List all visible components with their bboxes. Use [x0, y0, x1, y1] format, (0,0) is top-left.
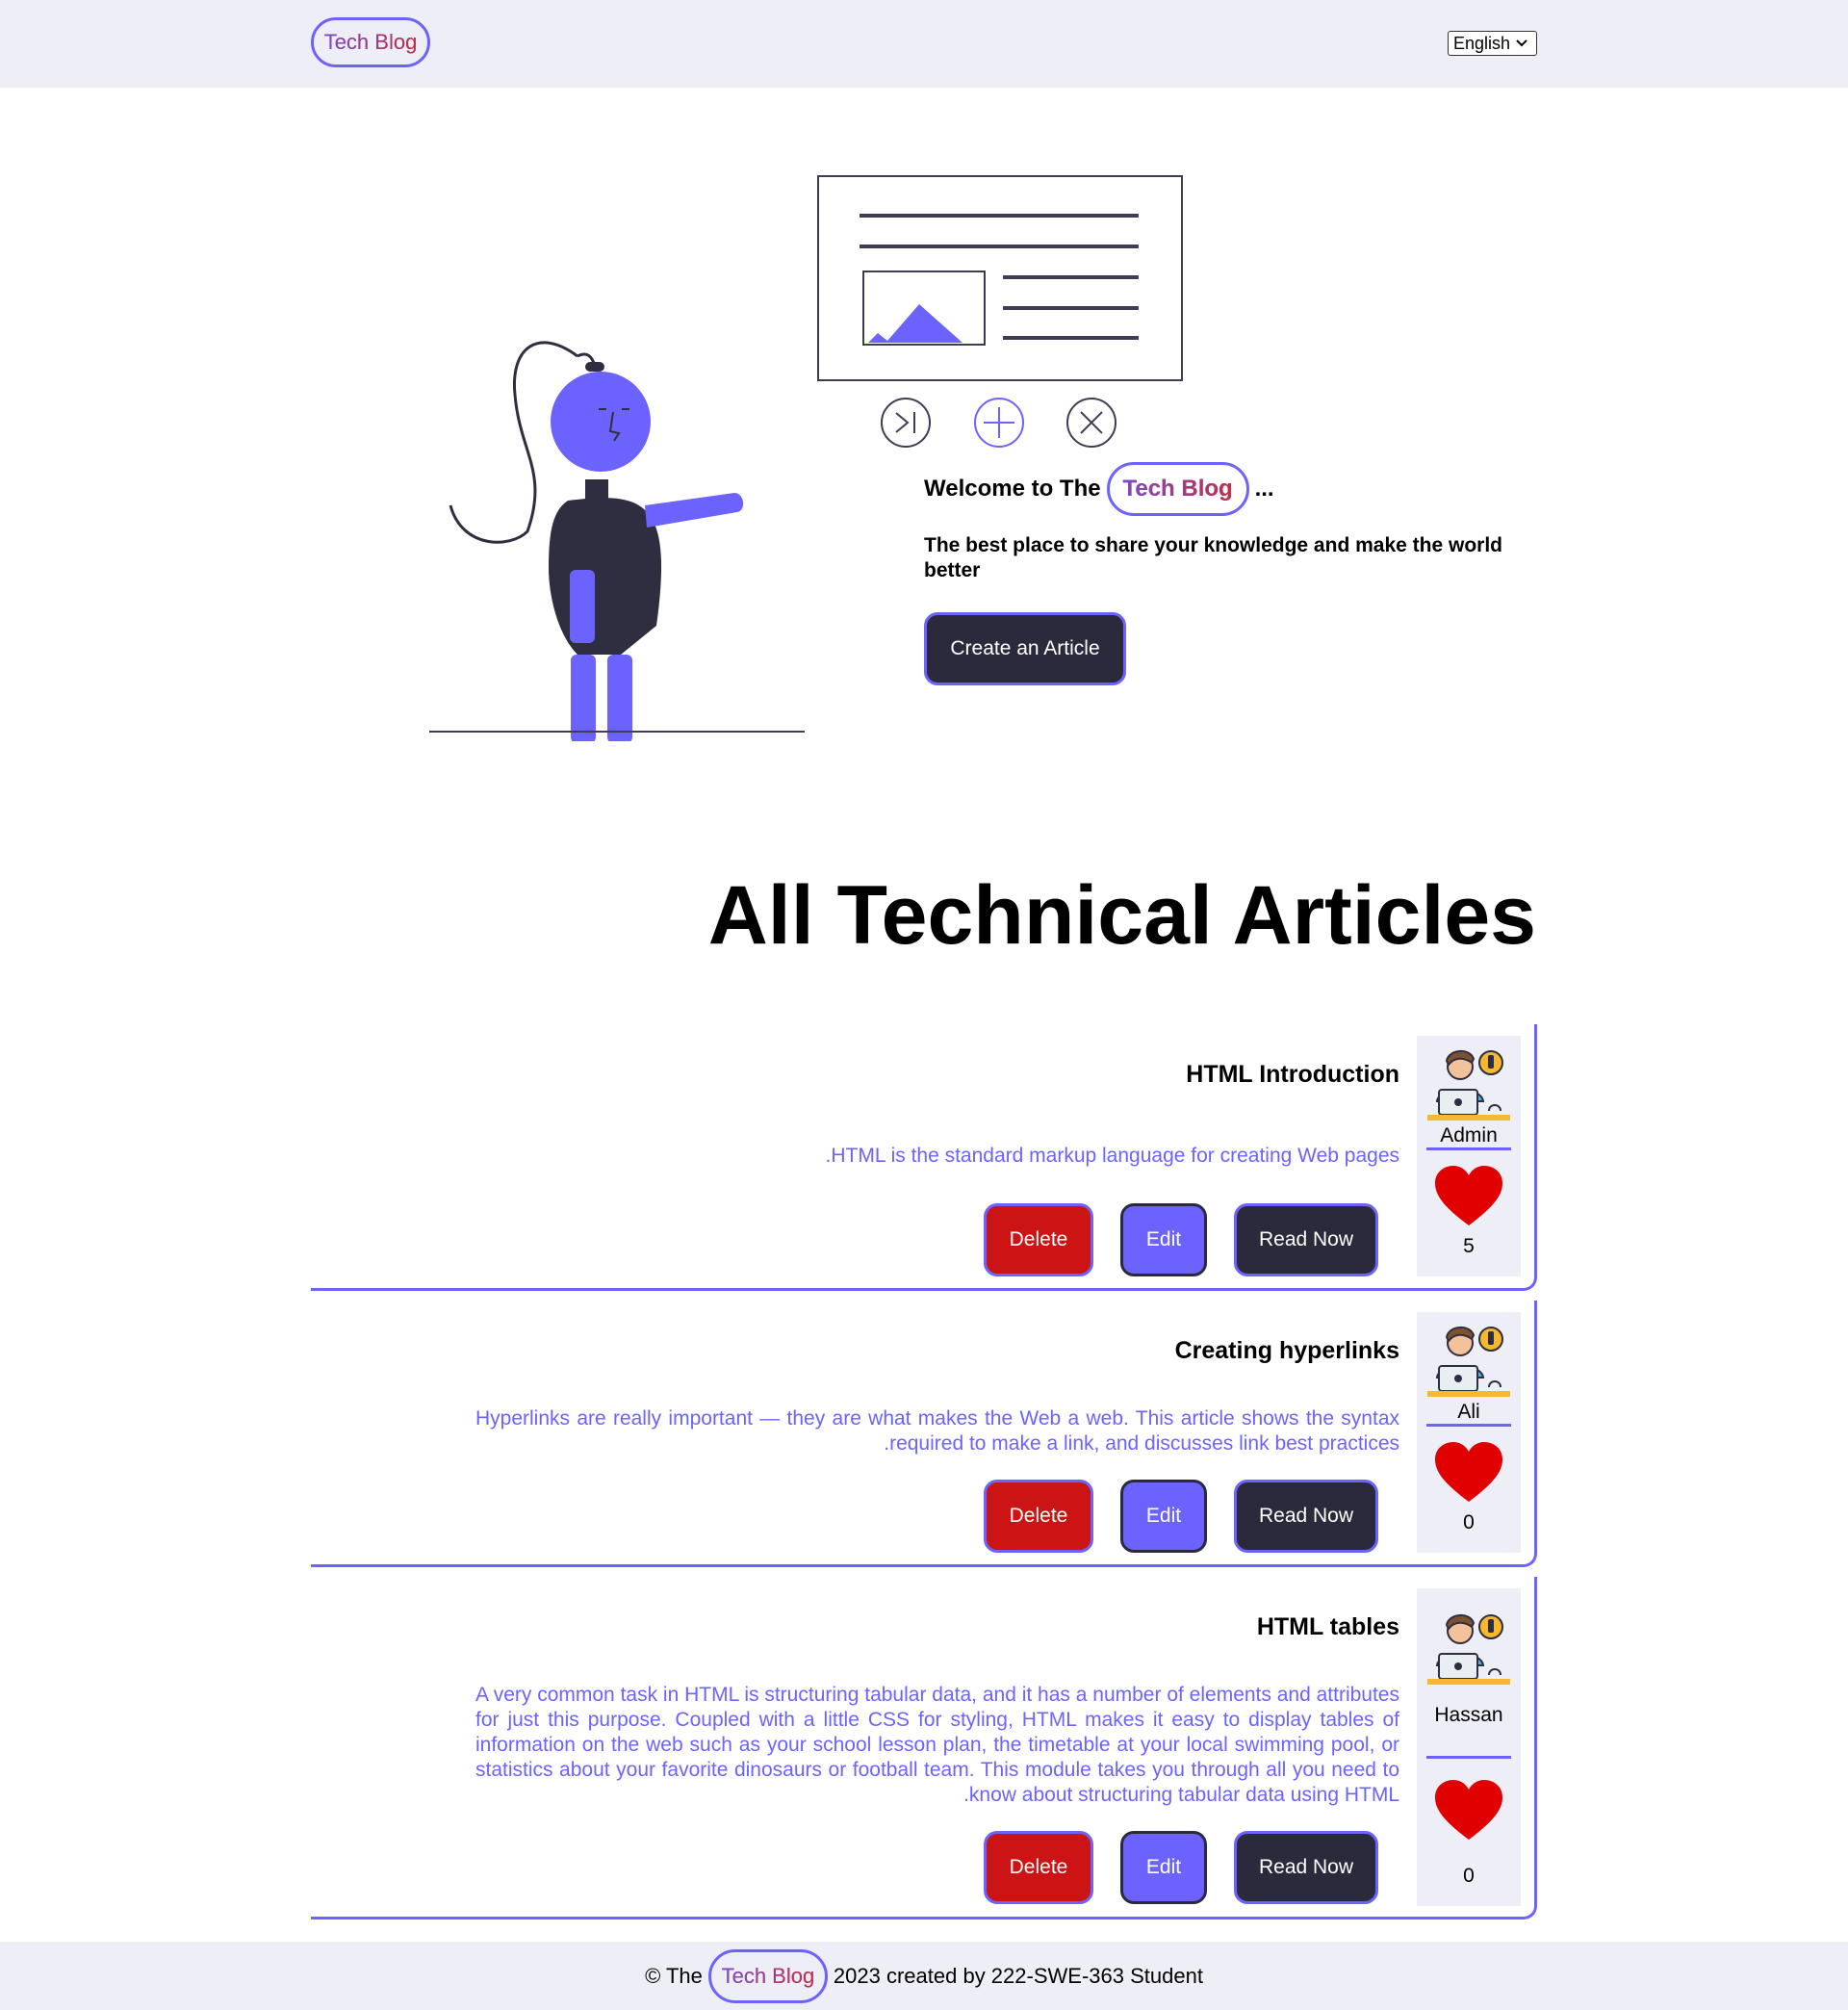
- article-sidebar: Ali 0: [1417, 1312, 1521, 1553]
- heart-icon[interactable]: [1433, 1778, 1504, 1842]
- footer-brand-text: Tech Blog: [721, 1963, 815, 1988]
- like-count: 0: [1463, 1511, 1475, 1533]
- edit-button[interactable]: Edit: [1120, 1480, 1207, 1553]
- chevron-down-icon: [1516, 39, 1527, 47]
- heart-icon[interactable]: [1433, 1440, 1504, 1504]
- site-header: Tech Blog English: [0, 0, 1848, 88]
- like-count: 0: [1463, 1865, 1475, 1887]
- read-now-button[interactable]: Read Now: [1234, 1480, 1378, 1553]
- delete-button[interactable]: Delete: [984, 1831, 1093, 1904]
- read-now-button[interactable]: Read Now: [1234, 1831, 1378, 1904]
- article-actions: Delete Edit Read Now: [984, 1831, 1378, 1904]
- author-underline: [1426, 1424, 1511, 1427]
- create-article-button[interactable]: Create an Article: [924, 612, 1126, 685]
- edit-button[interactable]: Edit: [1120, 1831, 1207, 1904]
- welcome-brand-text: Tech Blog: [1122, 476, 1233, 502]
- welcome-prefix: Welcome to The: [924, 476, 1101, 502]
- skip-icon: [881, 398, 931, 448]
- article-card: HTML Introduction HTML is the standard m…: [311, 1024, 1537, 1291]
- author-underline: [1426, 1756, 1511, 1759]
- heart-icon[interactable]: [1433, 1164, 1504, 1227]
- article-description: HTML is the standard markup language for…: [825, 1145, 1400, 1167]
- footer-suffix: 2023 created by 222-SWE-363 Student: [833, 1963, 1203, 1988]
- author-name: Admin: [1440, 1124, 1498, 1147]
- person-figure: [449, 341, 744, 741]
- author-name: Hassan: [1434, 1704, 1503, 1726]
- welcome-heading: Welcome to The Tech Blog ...: [924, 462, 1274, 516]
- delete-button[interactable]: Delete: [984, 1480, 1093, 1553]
- article-actions: Delete Edit Read Now: [984, 1203, 1378, 1276]
- brand-logo[interactable]: Tech Blog: [311, 17, 430, 67]
- article-description: Hyperlinks are really important — they a…: [475, 1407, 1399, 1455]
- author-avatar-icon: [1427, 1327, 1510, 1397]
- like-count: 5: [1463, 1235, 1475, 1257]
- language-select[interactable]: English: [1448, 31, 1537, 56]
- article-title: Creating hyperlinks: [1174, 1337, 1399, 1364]
- article-content: HTML tables A very common task in HTML i…: [311, 1577, 1399, 1920]
- article-sidebar: Hassan 0: [1417, 1588, 1521, 1906]
- article-card: HTML tables A very common task in HTML i…: [311, 1577, 1537, 1920]
- welcome-suffix: ...: [1254, 476, 1274, 502]
- author-name: Ali: [1457, 1401, 1480, 1423]
- delete-button[interactable]: Delete: [984, 1203, 1093, 1276]
- footer-brand[interactable]: Tech Blog: [707, 1948, 828, 2003]
- footer-prefix: © The: [645, 1963, 703, 1988]
- author-avatar-icon: [1427, 1614, 1510, 1685]
- article-content: Creating hyperlinks Hyperlinks are reall…: [311, 1301, 1399, 1567]
- article-sidebar: Admin 5: [1417, 1036, 1521, 1276]
- author-avatar-icon: [1427, 1050, 1510, 1121]
- article-content: HTML Introduction HTML is the standard m…: [311, 1024, 1399, 1291]
- edit-button[interactable]: Edit: [1120, 1203, 1207, 1276]
- site-footer: © The Tech Blog 2023 created by 222-SWE-…: [0, 1942, 1848, 2010]
- article-list: HTML Introduction HTML is the standard m…: [311, 1024, 1537, 1929]
- article-title: HTML tables: [1256, 1613, 1399, 1640]
- hero-tagline: The best place to share your knowledge a…: [924, 534, 1502, 581]
- article-actions: Delete Edit Read Now: [984, 1480, 1378, 1553]
- article-card: Creating hyperlinks Hyperlinks are reall…: [311, 1301, 1537, 1567]
- read-now-button[interactable]: Read Now: [1234, 1203, 1378, 1276]
- brand-logo-text: Tech Blog: [323, 30, 418, 54]
- language-select-value: English: [1453, 33, 1511, 53]
- welcome-brand: Tech Blog: [1106, 462, 1249, 516]
- page-title: All Technical Articles: [707, 869, 1536, 962]
- author-underline: [1426, 1147, 1511, 1150]
- article-title: HTML Introduction: [1186, 1061, 1399, 1088]
- article-description: A very common task in HTML is structurin…: [475, 1684, 1399, 1806]
